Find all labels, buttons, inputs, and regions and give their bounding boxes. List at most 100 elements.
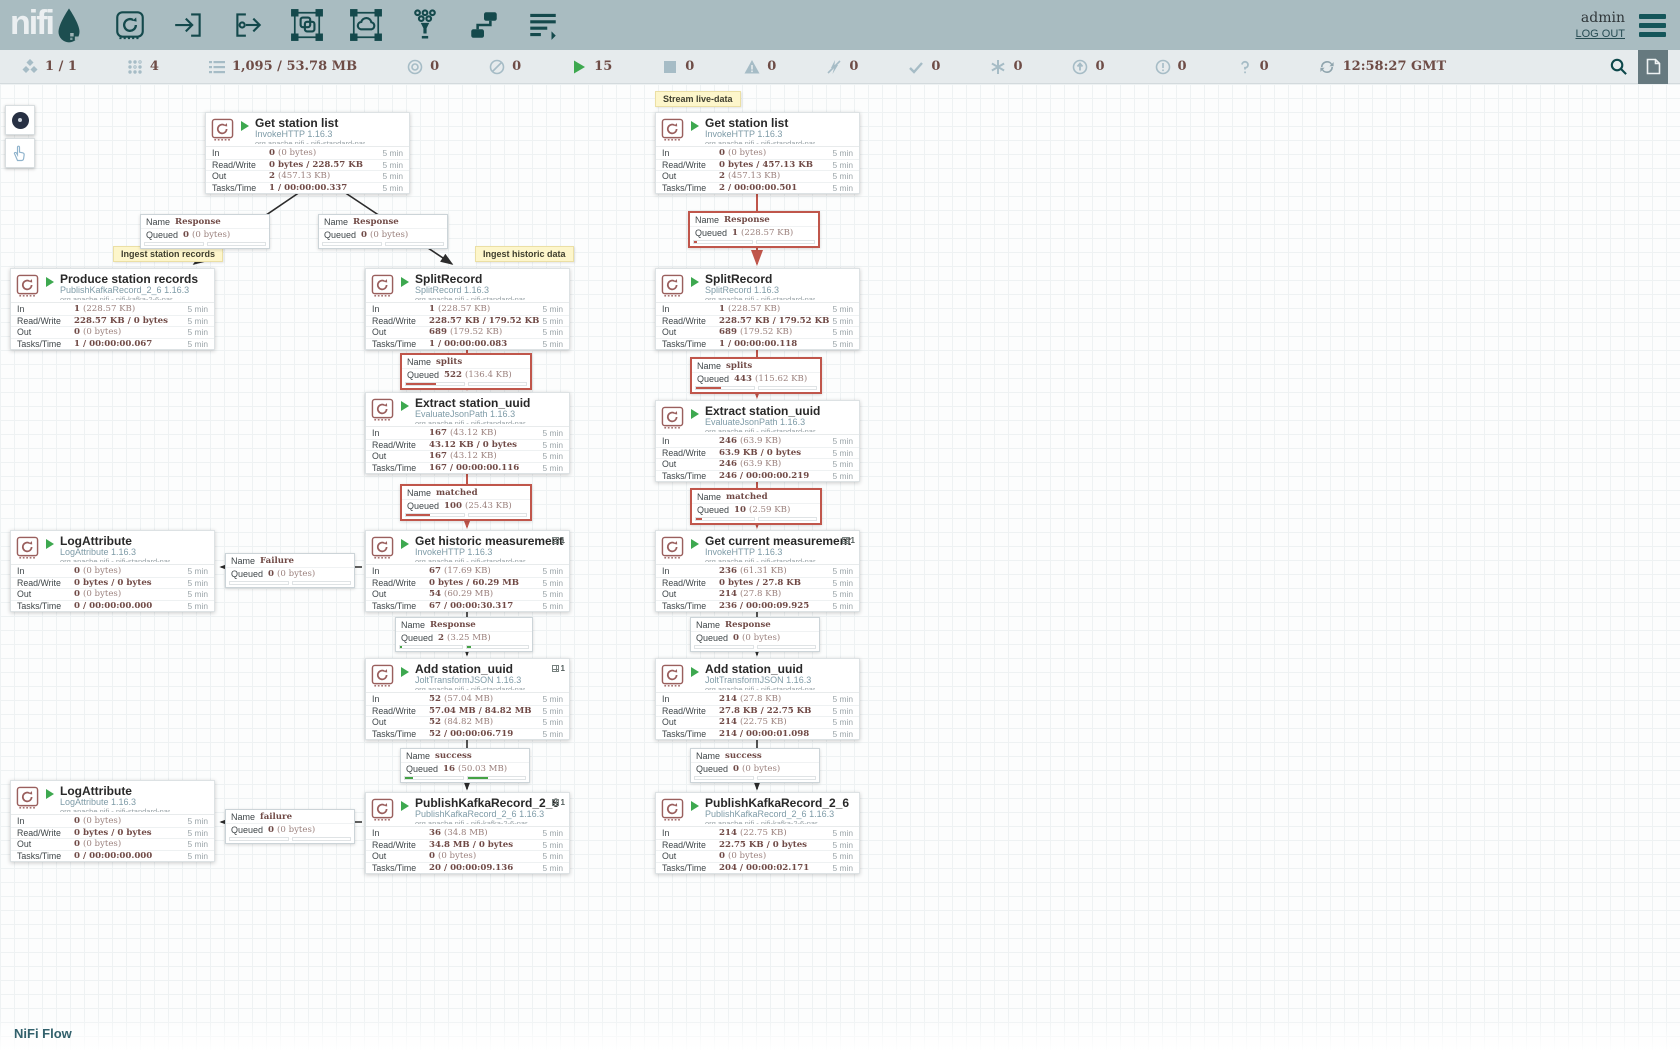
- stat-row-read-write: Read/Write228.57 KB / 0 bytes5 min: [11, 315, 214, 327]
- running-status-icon: [401, 277, 409, 287]
- navigate-palette-button[interactable]: [5, 105, 35, 135]
- processor-bundle: org.apache.nifi - nifi-standard-nar: [415, 557, 564, 562]
- nifi-logo-text: nifi: [10, 1, 53, 45]
- running-status-icon: [691, 667, 699, 677]
- connection-label-splits-mid[interactable]: NamesplitsQueued522(136.4 KB): [400, 353, 532, 390]
- stat-row-read-write: Read/Write0 bytes / 0 bytes5 min: [11, 827, 214, 839]
- connection-label-matched-right[interactable]: NamematchedQueued10(2.59 KB): [690, 488, 822, 525]
- stat-row-in: In0(0 bytes)5 min: [11, 815, 214, 827]
- stat-row-out: Out0(0 bytes)5 min: [656, 850, 859, 862]
- connection-label-response-right-2[interactable]: NameResponseQueued0(0 bytes): [690, 617, 820, 652]
- stat-row-in: In214(22.75 KB)5 min: [656, 827, 859, 839]
- processor-produce-station-records[interactable]: Produce station recordsPublishKafkaRecor…: [10, 268, 215, 350]
- process-group-icon[interactable]: [290, 8, 324, 42]
- output-port-icon[interactable]: [231, 8, 265, 42]
- connection-label-response-left-a[interactable]: NameResponseQueued0(0 bytes): [140, 214, 270, 249]
- processor-type: PublishKafkaRecord_2_6 1.16.3: [60, 285, 198, 295]
- stat-row-out: Out0(0 bytes)5 min: [11, 588, 214, 600]
- active-threads-badge: 1: [552, 536, 565, 545]
- stat-row-out: Out214(27.8 KB)5 min: [656, 588, 859, 600]
- stat-row-tasks-time: Tasks/Time214 / 00:00:01.0985 min: [656, 728, 859, 740]
- processor-extract-station-uuid-right[interactable]: Extract station_uuidEvaluateJsonPath 1.1…: [655, 400, 860, 482]
- stat-row-out: Out2(457.13 KB)5 min: [206, 170, 409, 182]
- processor-split-record-mid[interactable]: SplitRecordSplitRecord 1.16.3org.apache.…: [365, 268, 570, 350]
- processor-type: LogAttribute 1.16.3: [60, 547, 170, 557]
- running-status-icon: [401, 539, 409, 549]
- status-not-transmitting-count: 0: [512, 59, 521, 74]
- processor-name: Add station_uuid: [705, 664, 815, 675]
- refresh-status[interactable]: 12:58:27 GMT: [1319, 59, 1447, 75]
- connection-label-failure-upper[interactable]: NameFailureQueued0(0 bytes): [225, 553, 355, 588]
- settings-panel-button[interactable]: [1638, 50, 1668, 84]
- connection-label-success-right[interactable]: NamesuccessQueued0(0 bytes): [690, 748, 820, 783]
- stat-row-read-write: Read/Write228.57 KB / 179.52 KB5 min: [366, 315, 569, 327]
- status-disabled: 0: [826, 59, 858, 75]
- processor-log-attribute-upper[interactable]: LogAttributeLogAttribute 1.16.3org.apach…: [10, 530, 215, 612]
- processor-publish-kafka-right[interactable]: PublishKafkaRecord_2_6PublishKafkaRecord…: [655, 792, 860, 874]
- global-menu-button[interactable]: [1639, 14, 1666, 37]
- connection-label-success-mid[interactable]: NamesuccessQueued16(50.03 MB): [400, 748, 530, 783]
- connection-label-response-right[interactable]: NameResponseQueued1(228.57 KB): [688, 211, 820, 248]
- connection-label-matched-mid[interactable]: NamematchedQueued100(25.43 KB): [400, 484, 532, 521]
- logout-link[interactable]: LOG OUT: [1575, 28, 1625, 40]
- stat-row-in: In52(57.04 MB)5 min: [366, 693, 569, 705]
- stat-row-read-write: Read/Write63.9 KB / 0 bytes5 min: [656, 447, 859, 459]
- processor-bundle: org.apache.nifi - nifi-standard-nar: [415, 685, 525, 690]
- invalid-icon: [744, 59, 760, 75]
- processor-bundle: org.apache.nifi - nifi-standard-nar: [705, 427, 820, 432]
- nifi-logo: nifi: [10, 1, 83, 50]
- breadcrumb[interactable]: NiFi Flow: [14, 1026, 72, 1041]
- stat-row-out: Out52(84.82 MB)5 min: [366, 716, 569, 728]
- template-icon[interactable]: [467, 8, 501, 42]
- status-up-to-date: 0: [908, 59, 940, 75]
- remote-process-group-icon[interactable]: [349, 8, 383, 42]
- stat-row-tasks-time: Tasks/Time0 / 00:00:00.0005 min: [11, 600, 214, 612]
- connection-label-response-left-b[interactable]: NameResponseQueued0(0 bytes): [318, 214, 448, 249]
- processor-get-historic-measurements[interactable]: Get historic measurementsInvokeHTTP 1.16…: [365, 530, 570, 612]
- processor-bundle: org.apache.nifi - nifi-standard-nar: [60, 807, 170, 812]
- stat-row-in: In246(63.9 KB)5 min: [656, 435, 859, 447]
- status-invalid-count: 0: [767, 59, 776, 74]
- processor-name: PublishKafkaRecord_2_6: [415, 798, 559, 809]
- funnel-icon[interactable]: [408, 8, 442, 42]
- stat-row-tasks-time: Tasks/Time204 / 00:00:02.1715 min: [656, 862, 859, 874]
- operate-palette-button[interactable]: [5, 138, 35, 168]
- status-queued: 1,095 / 53.78 MB: [209, 59, 357, 75]
- processor-extract-station-uuid-mid[interactable]: Extract station_uuidEvaluateJsonPath 1.1…: [365, 392, 570, 474]
- connection-label-failure-lower[interactable]: NamefailureQueued0(0 bytes): [225, 809, 355, 844]
- refresh-icon[interactable]: [1319, 59, 1335, 75]
- processor-split-record-right[interactable]: SplitRecordSplitRecord 1.16.3org.apache.…: [655, 268, 860, 350]
- stat-row-tasks-time: Tasks/Time1 / 00:00:00.3375 min: [206, 182, 409, 194]
- stat-row-in: In1(228.57 KB)5 min: [11, 303, 214, 315]
- processor-get-station-list-left[interactable]: Get station listInvokeHTTP 1.16.3org.apa…: [205, 112, 410, 194]
- stat-row-out: Out0(0 bytes)5 min: [366, 850, 569, 862]
- input-port-icon[interactable]: [172, 8, 206, 42]
- queue-percent-bars: [401, 775, 529, 782]
- running-icon: [571, 59, 587, 75]
- stat-row-in: In1(228.57 KB)5 min: [656, 303, 859, 315]
- status-not-transmitting: 0: [489, 59, 521, 75]
- processor-type: PublishKafkaRecord_2_6 1.16.3: [705, 809, 849, 819]
- search-icon[interactable]: [1609, 57, 1628, 76]
- current-user: admin: [1575, 10, 1625, 26]
- status-connected-nodes-count: 1 / 1: [45, 59, 77, 74]
- processor-add-station-uuid-right[interactable]: Add station_uuidJoltTransformJSON 1.16.3…: [655, 658, 860, 740]
- processor-get-station-list-right[interactable]: Get station listInvokeHTTP 1.16.3org.apa…: [655, 112, 860, 194]
- status-transmitting-count: 0: [430, 59, 439, 74]
- stat-row-tasks-time: Tasks/Time20 / 00:00:09.1365 min: [366, 862, 569, 874]
- connection-label-response-mid-2[interactable]: NameResponseQueued2(3.25 MB): [395, 617, 533, 652]
- stat-row-in: In67(17.69 KB)5 min: [366, 565, 569, 577]
- connection-label-splits-right[interactable]: NamesplitsQueued443(115.62 KB): [690, 357, 822, 394]
- flow-canvas[interactable]: Stream live-dataIngest station recordsIn…: [0, 0, 1680, 1050]
- status-stopped: 0: [662, 59, 694, 75]
- status-locally-modified-stale: 0: [1155, 59, 1187, 75]
- processor-add-station-uuid-mid[interactable]: Add station_uuidJoltTransformJSON 1.16.3…: [365, 658, 570, 740]
- processor-get-current-measurement[interactable]: Get current measurementInvokeHTTP 1.16.3…: [655, 530, 860, 612]
- status-disabled-count: 0: [849, 59, 858, 74]
- label-icon[interactable]: [526, 8, 560, 42]
- processor-icon[interactable]: [113, 8, 147, 42]
- flow-label-ingest-historic-data[interactable]: Ingest historic data: [475, 246, 574, 262]
- processor-publish-kafka-mid[interactable]: PublishKafkaRecord_2_6PublishKafkaRecord…: [365, 792, 570, 874]
- flow-label-stream-live-data[interactable]: Stream live-data: [655, 91, 741, 107]
- processor-log-attribute-lower[interactable]: LogAttributeLogAttribute 1.16.3org.apach…: [10, 780, 215, 862]
